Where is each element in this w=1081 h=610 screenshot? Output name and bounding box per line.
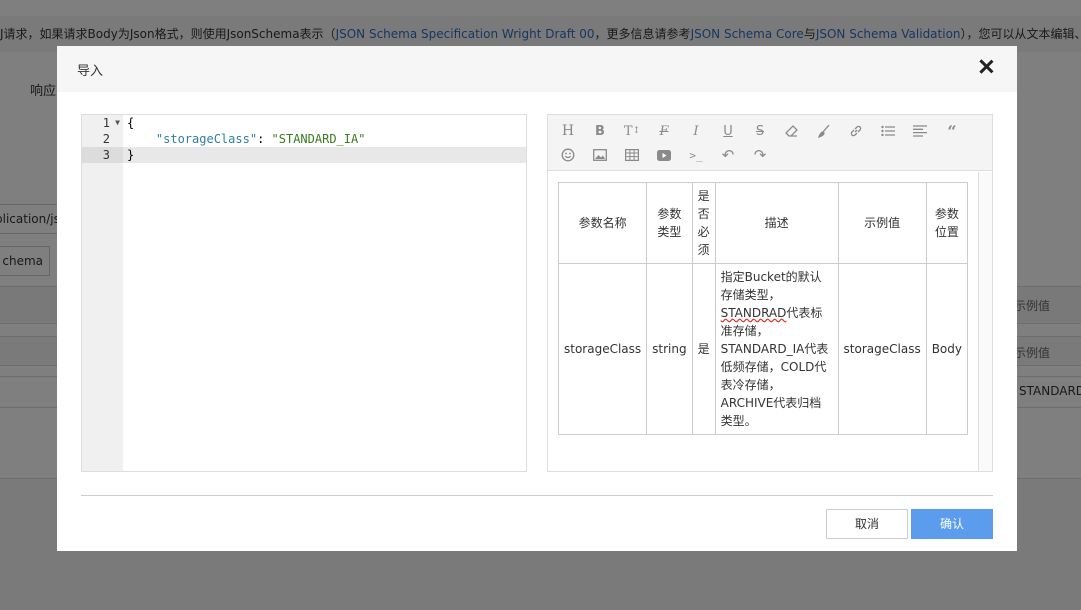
modal-title: 导入 <box>77 64 104 79</box>
cell-required: 是 <box>691 263 716 435</box>
confirm-button[interactable]: 确认 <box>911 509 993 539</box>
code-line: "storageClass": "STANDARD_IA" <box>155 132 366 146</box>
code-line: } <box>123 147 526 163</box>
th-required: 是否必须 <box>691 182 716 264</box>
underline-icon[interactable]: U <box>712 119 744 143</box>
th-param-name: 参数名称 <box>557 182 648 264</box>
json-value: "STANDARD_IA" <box>271 132 366 146</box>
quote-icon[interactable]: “ <box>936 119 968 143</box>
italic-icon[interactable]: I <box>680 119 712 143</box>
th-description: 描述 <box>714 182 839 264</box>
video-icon[interactable] <box>648 143 680 167</box>
bold-icon[interactable]: B <box>584 119 616 143</box>
eraser-icon[interactable] <box>776 119 808 143</box>
close-icon[interactable] <box>975 56 997 78</box>
table-icon[interactable] <box>616 143 648 167</box>
heading-icon[interactable]: H <box>552 119 584 143</box>
font-size-icon[interactable]: T ↕ <box>616 119 648 143</box>
brush-icon[interactable] <box>808 119 840 143</box>
cell-param-name: storageClass <box>557 263 648 435</box>
editor-toolbar: H B T ↕ F I U S “ >_ ↶ ↷ <box>548 115 992 171</box>
import-modal: 导入 1 ▼ 2 3 { "storageClass": "STANDARD_IA… <box>57 46 1017 551</box>
rich-text-editor: H B T ↕ F I U S “ >_ ↶ ↷ 参数名称 参数类型 是否必须 … <box>547 114 993 472</box>
spellcheck-word: STANDRAD <box>720 306 787 320</box>
emoji-icon[interactable] <box>552 143 584 167</box>
editor-scrollbar[interactable] <box>978 172 992 471</box>
table-row: storageClass string 是 指定Bucket的默认存储类型，ST… <box>557 263 969 435</box>
image-icon[interactable] <box>584 143 616 167</box>
th-location: 参数位置 <box>925 182 969 264</box>
json-key: "storageClass" <box>155 132 258 146</box>
list-icon[interactable] <box>872 119 904 143</box>
th-example: 示例值 <box>837 182 927 264</box>
line-number: 3 <box>82 147 123 163</box>
link-icon[interactable] <box>840 119 872 143</box>
cell-location: Body <box>925 263 969 435</box>
redo-icon[interactable]: ↷ <box>744 143 776 167</box>
strikethrough-icon[interactable]: S <box>744 119 776 143</box>
line-number-gutter: 1 ▼ 2 3 <box>82 115 123 471</box>
fold-arrow-icon[interactable]: ▼ <box>115 115 120 131</box>
undo-icon[interactable]: ↶ <box>712 143 744 167</box>
params-table: 参数名称 参数类型 是否必须 描述 示例值 参数位置 storageClass … <box>557 182 969 435</box>
align-icon[interactable] <box>904 119 936 143</box>
th-param-type: 参数类型 <box>646 182 693 264</box>
cancel-button[interactable]: 取消 <box>826 509 908 539</box>
modal-header: 导入 <box>57 46 1017 92</box>
code-line: { <box>127 116 135 130</box>
json-code-editor[interactable]: 1 ▼ 2 3 { "storageClass": "STANDARD_IA" } <box>81 114 527 472</box>
cell-example: storageClass <box>837 263 927 435</box>
strikethrough-f-icon[interactable]: F <box>648 119 680 143</box>
cell-param-type: string <box>646 263 693 435</box>
code-area[interactable]: { "storageClass": "STANDARD_IA" } <box>123 115 526 163</box>
line-number: 1 ▼ <box>102 115 120 131</box>
cell-description: 指定Bucket的默认存储类型，STANDRAD代表标准存储，STANDARD_… <box>714 263 839 435</box>
line-number: 2 <box>102 132 110 146</box>
code-icon[interactable]: >_ <box>680 143 712 167</box>
table-header-row: 参数名称 参数类型 是否必须 描述 示例值 参数位置 <box>557 182 969 264</box>
footer-divider <box>81 495 993 496</box>
editor-content[interactable]: 参数名称 参数类型 是否必须 描述 示例值 参数位置 storageClass … <box>548 172 978 471</box>
